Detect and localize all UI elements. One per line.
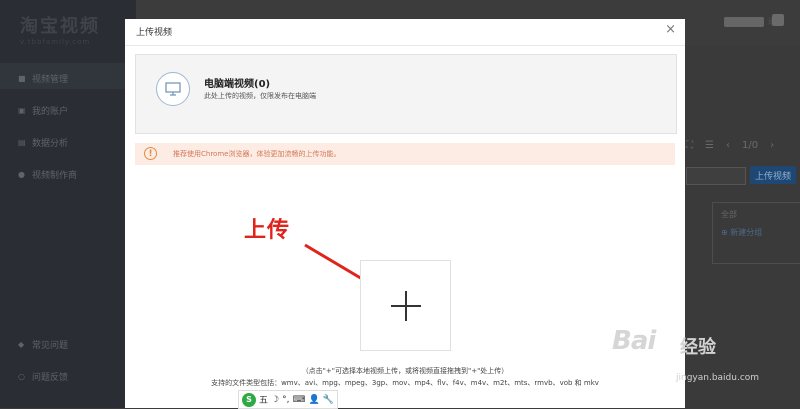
user-icon[interactable]: 👤 <box>308 395 319 405</box>
upload-annotation-label: 上传 <box>244 218 291 243</box>
user-icon: ● <box>18 169 25 179</box>
sidebar-item-producer[interactable]: ● 视频制作商 <box>18 168 77 181</box>
jingyan-watermark: 经验 <box>680 337 716 358</box>
modal-header: 上传视频 × <box>125 19 685 46</box>
source-title: 电脑端视频(0) <box>204 79 271 90</box>
background-search-input[interactable] <box>686 167 746 185</box>
upload-hint: （点击"+"可选择本地视频上传，或将视频直接拖拽到"+"处上传） <box>301 367 509 375</box>
browser-tip-bar: ! 推荐使用Chrome浏览器，体验更加流畅的上传功能。 <box>135 143 675 165</box>
sidebar-item-video-management[interactable]: ■ 视频管理 <box>18 72 68 85</box>
baidu-watermark: Bai <box>612 326 656 356</box>
next-page-icon[interactable]: › <box>770 140 774 151</box>
keyboard-icon[interactable]: ⌨ <box>292 395 305 405</box>
sidebar-item-label: 视频制作商 <box>32 171 78 181</box>
new-category-link[interactable]: ⊕ 新建分组 <box>721 227 762 238</box>
ime-toolbar[interactable]: S 五 ☽ °, ⌨ 👤 🔧 <box>238 390 338 409</box>
sidebar-item-label: 数据分析 <box>32 139 69 149</box>
upload-video-modal: 上传视频 × 电脑端视频(0) 此处上传的视频，仅限发布在电脑端 ! 推荐使用C… <box>125 19 685 408</box>
plus-icon-vertical <box>405 291 407 321</box>
sidebar-item-label: 视频管理 <box>32 75 69 85</box>
upload-dropzone[interactable] <box>360 260 451 351</box>
warning-icon: ! <box>144 147 157 160</box>
formats-hint: 支持的文件类型包括：wmv、avi、mpg、mpeg、3gp、mov、mp4、f… <box>211 379 599 387</box>
category-panel: 全部 ⊕ 新建分组 <box>712 202 800 264</box>
sogou-logo-icon[interactable]: S <box>242 392 256 407</box>
wrench-icon[interactable]: 🔧 <box>323 395 334 405</box>
source-pc-video-card[interactable]: 电脑端视频(0) 此处上传的视频，仅限发布在电脑端 <box>135 54 677 134</box>
faq-icon: ◆ <box>18 339 25 349</box>
video-icon: ■ <box>18 73 26 83</box>
feedback-icon: ○ <box>18 371 25 381</box>
ime-mode[interactable]: 五 <box>259 393 268 406</box>
modal-title: 上传视频 <box>136 28 173 38</box>
category-all[interactable]: 全部 <box>721 209 737 220</box>
sidebar-item-label: 常见问题 <box>32 341 69 351</box>
source-subtitle: 此处上传的视频，仅限发布在电脑端 <box>204 92 316 100</box>
grid-view-icon[interactable]: ⛶ <box>686 140 693 151</box>
pagination-text: 1/0 <box>741 140 759 151</box>
background-toolbar: ⛶ ☰ ‹ 1/0 › <box>686 140 774 151</box>
brand-logo: 淘宝视频 <box>20 16 100 37</box>
tip-text: 推荐使用Chrome浏览器，体验更加流畅的上传功能。 <box>173 150 341 158</box>
prev-page-icon[interactable]: ‹ <box>726 140 730 151</box>
sidebar-item-label: 我的账户 <box>32 107 69 117</box>
account-icon: ▣ <box>18 105 26 115</box>
sidebar-item-feedback[interactable]: ○ 问题反馈 <box>18 370 68 383</box>
analytics-icon: ▤ <box>18 137 26 147</box>
punctuation-icon[interactable]: °, <box>282 395 289 405</box>
sidebar-item-faq[interactable]: ◆ 常见问题 <box>18 338 68 351</box>
monitor-icon <box>156 72 190 106</box>
list-view-icon[interactable]: ☰ <box>705 140 714 151</box>
sidebar: 淘宝视频 v.tbbfamily.com ■ 视频管理 ▣ 我的账户 ▤ 数据分… <box>0 0 136 408</box>
sidebar-item-label: 问题反馈 <box>32 373 69 383</box>
close-icon[interactable]: × <box>665 23 676 37</box>
avatar[interactable] <box>772 14 784 26</box>
username-redacted <box>724 16 764 27</box>
brand-subtitle: v.tbbfamily.com <box>20 38 91 46</box>
moon-icon[interactable]: ☽ <box>271 395 279 405</box>
new-category-label: 新建分组 <box>730 228 763 237</box>
watermark-url: jingyan.baidu.com <box>676 373 760 383</box>
sidebar-item-account[interactable]: ▣ 我的账户 <box>18 104 68 117</box>
background-upload-button[interactable]: 上传视频 <box>750 166 796 184</box>
sidebar-item-analytics[interactable]: ▤ 数据分析 <box>18 136 68 149</box>
